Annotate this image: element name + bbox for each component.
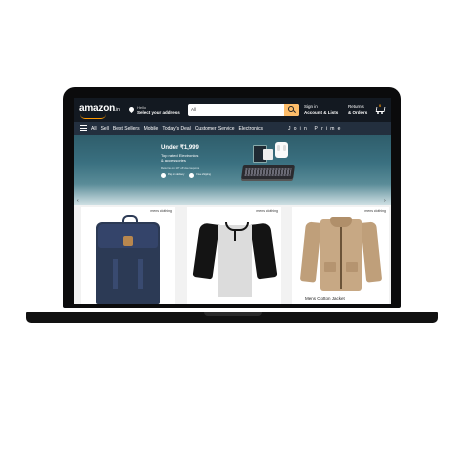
top-navbar: amazon.in Hello Select your address All …	[74, 98, 391, 122]
hero-badges: Pay on delivery Free shipping	[161, 173, 211, 178]
product-card[interactable]: mens clothing Mens Cotton Jacket	[292, 207, 389, 304]
jacket-pocket	[346, 262, 358, 272]
product-card[interactable]: mens clothing	[187, 207, 281, 304]
backpack-strap	[113, 259, 118, 289]
badge-label: Pay on delivery	[168, 173, 185, 177]
product-card[interactable]: mens clothing	[81, 207, 175, 304]
product-box-image	[263, 149, 273, 160]
nav-item-best-sellers[interactable]: Best Sellers	[113, 126, 140, 132]
product-title[interactable]: Mens Cotton Jacket	[305, 296, 345, 301]
backpack-strap	[138, 259, 143, 289]
carousel-prev-icon[interactable]: ‹	[77, 198, 79, 204]
tshirt-placket	[234, 229, 236, 241]
product-category: mens clothing	[364, 209, 386, 213]
hero-subtitle-line: & accessories	[161, 158, 186, 163]
deliver-address: Select your address	[137, 110, 180, 115]
nav-items: All Sell Best Sellers Mobile Today's Dea…	[91, 126, 263, 132]
keyboard-image	[241, 165, 295, 179]
cart-wheel	[381, 112, 383, 114]
sub-navbar: All Sell Best Sellers Mobile Today's Dea…	[74, 122, 391, 135]
jacket-pocket	[324, 262, 336, 272]
hamburger-icon[interactable]	[80, 125, 87, 131]
account-lists-label: Account & Lists	[304, 110, 339, 115]
jacket-zip	[340, 227, 342, 289]
tshirt-sleeve	[192, 222, 220, 280]
badge-icon	[189, 173, 195, 178]
earbuds-image	[275, 142, 288, 158]
search-icon	[288, 106, 294, 112]
search-button[interactable]	[284, 104, 299, 116]
hero-note: Returns on 10" off via coupons	[161, 166, 200, 170]
backpack-logo	[123, 236, 133, 246]
product-category: mens clothing	[150, 209, 172, 213]
hero-subtitle: Top rated Electronics & accessories	[161, 153, 211, 163]
product-category: mens clothing	[256, 209, 278, 213]
nav-item-customer-service[interactable]: Customer Service	[195, 126, 235, 132]
logo-text: amazon	[79, 103, 116, 114]
hero-badge: Pay on delivery	[161, 173, 184, 178]
tshirt-sleeve	[250, 222, 278, 280]
orders-label: & Orders	[348, 110, 368, 115]
jacket-sleeve	[360, 221, 383, 283]
hero-title: Under ₹1,999	[161, 145, 199, 151]
returns-orders[interactable]: Returns & Orders	[348, 104, 367, 115]
returns-label: Returns	[348, 104, 364, 109]
nav-item-todays-deal[interactable]: Today's Deal	[162, 126, 190, 132]
jacket-sleeve	[299, 221, 322, 283]
logo-suffix: .in	[115, 107, 120, 113]
search-bar[interactable]: All	[188, 104, 299, 116]
jacket-collar	[330, 217, 352, 227]
nav-item-electronics[interactable]: Electronics	[239, 126, 263, 132]
carousel-next-icon[interactable]: ›	[384, 198, 386, 204]
nav-item-all[interactable]: All	[91, 126, 97, 132]
laptop-screen: amazon.in Hello Select your address All …	[74, 98, 391, 304]
hero-banner[interactable]: Under ₹1,999 Top rated Electronics & acc…	[74, 135, 391, 205]
amazon-logo[interactable]: amazon.in	[79, 103, 120, 114]
location-pin-icon	[127, 105, 136, 114]
account-lists[interactable]: Sign in Account & Lists	[304, 104, 338, 115]
nav-item-mobile[interactable]: Mobile	[144, 126, 159, 132]
search-category[interactable]: All	[191, 107, 196, 112]
cart-wheel	[377, 112, 379, 114]
nav-item-sell[interactable]: Sell	[101, 126, 109, 132]
hero-text: Under ₹1,999 Top rated Electronics & acc…	[161, 144, 211, 178]
cart-icon[interactable]: 0	[374, 103, 386, 114]
hero-badge: Free shipping	[189, 173, 211, 178]
join-prime-link[interactable]: Join Prime	[288, 126, 344, 132]
account-signin: Sign in	[304, 104, 318, 109]
badge-icon	[161, 173, 166, 178]
badge-label: Free shipping	[196, 173, 211, 177]
laptop-notch	[204, 312, 262, 316]
logo-smile-icon	[80, 114, 106, 119]
